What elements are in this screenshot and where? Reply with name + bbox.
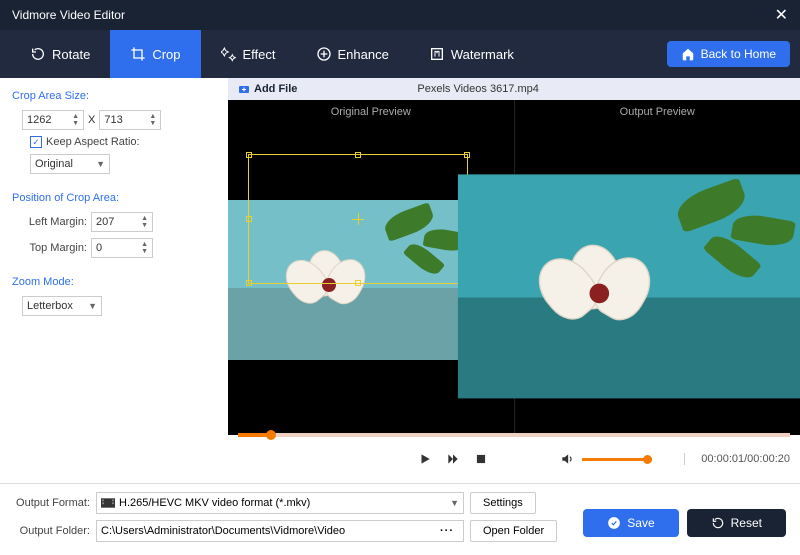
enhance-icon	[316, 46, 332, 62]
spinner-icon[interactable]: ▲▼	[141, 215, 148, 229]
output-format-value: H.265/HEVC MKV video format (*.mkv)	[119, 497, 310, 509]
crop-area-size-label: Crop Area Size:	[12, 90, 216, 102]
chevron-down-icon: ▼	[88, 301, 97, 311]
tab-label: Watermark	[451, 47, 514, 62]
main-area: Crop Area Size: 1262 ▲▼ X 713 ▲▼ ✓ Keep …	[0, 78, 800, 483]
tab-label: Rotate	[52, 47, 90, 62]
spinner-icon[interactable]: ▲▼	[72, 113, 79, 127]
reset-icon	[711, 516, 725, 530]
reset-button[interactable]: Reset	[687, 509, 786, 537]
home-icon	[681, 47, 695, 61]
output-preview	[515, 124, 800, 435]
crop-icon	[130, 46, 146, 62]
output-format-select[interactable]: H.265/HEVC MKV video format (*.mkv) ▼	[96, 492, 464, 514]
zoom-mode-label: Zoom Mode:	[12, 276, 216, 288]
tab-crop[interactable]: Crop	[110, 30, 200, 78]
check-circle-icon	[607, 516, 621, 530]
keep-ratio-label: Keep Aspect Ratio:	[46, 136, 140, 148]
tab-watermark[interactable]: Watermark	[409, 30, 534, 78]
tab-label: Crop	[152, 47, 180, 62]
top-margin-input[interactable]: 0 ▲▼	[91, 238, 153, 258]
current-filename: Pexels Videos 3617.mp4	[417, 83, 539, 95]
output-preview-col: Output Preview	[515, 100, 800, 435]
preview-area: Add File Pexels Videos 3617.mp4 Original…	[228, 78, 800, 483]
output-folder-label: Output Folder:	[12, 525, 90, 537]
output-format-label: Output Format:	[12, 497, 90, 509]
left-margin-input[interactable]: 207 ▲▼	[91, 212, 153, 232]
watermark-icon	[429, 46, 445, 62]
playback-time: 00:00:01/00:00:20	[684, 453, 790, 465]
tab-label: Enhance	[338, 47, 389, 62]
format-icon	[101, 498, 115, 508]
add-file-label: Add File	[254, 83, 297, 95]
crop-width-value: 1262	[27, 114, 51, 126]
chevron-down-icon: ▼	[450, 498, 459, 508]
crop-selection-box[interactable]	[248, 154, 468, 284]
crop-height-input[interactable]: 713 ▲▼	[99, 110, 161, 130]
output-folder-value: C:\Users\Administrator\Documents\Vidmore…	[101, 525, 345, 537]
effect-icon	[221, 46, 237, 62]
zoom-mode-select[interactable]: Letterbox ▼	[22, 296, 102, 316]
volume-slider[interactable]	[582, 458, 652, 461]
reset-label: Reset	[731, 516, 762, 530]
stop-icon[interactable]	[474, 452, 488, 466]
titlebar: Vidmore Video Editor ✕	[0, 0, 800, 30]
bottom-bar: Output Format: H.265/HEVC MKV video form…	[0, 483, 800, 555]
toolbar: Rotate Crop Effect Enhance Watermark Bac…	[0, 30, 800, 78]
save-label: Save	[627, 516, 654, 530]
tab-enhance[interactable]: Enhance	[296, 30, 409, 78]
tab-label: Effect	[243, 47, 276, 62]
aspect-ratio-select[interactable]: Original ▼	[30, 154, 110, 174]
top-margin-value: 0	[96, 242, 102, 254]
top-margin-label: Top Margin:	[22, 242, 87, 254]
preview-panes: Original Preview	[228, 100, 800, 435]
left-margin-label: Left Margin:	[22, 216, 87, 228]
spinner-icon[interactable]: ▲▼	[149, 113, 156, 127]
sidebar: Crop Area Size: 1262 ▲▼ X 713 ▲▼ ✓ Keep …	[0, 78, 228, 483]
position-label: Position of Crop Area:	[12, 192, 216, 204]
by-label: X	[88, 114, 95, 126]
open-folder-button[interactable]: Open Folder	[470, 520, 557, 542]
zoom-mode-value: Letterbox	[27, 300, 73, 312]
tab-effect[interactable]: Effect	[201, 30, 296, 78]
close-icon[interactable]: ✕	[775, 5, 788, 25]
seek-bar[interactable]	[238, 433, 790, 437]
playback-controls: 00:00:01/00:00:20	[228, 435, 800, 483]
save-button[interactable]: Save	[583, 509, 678, 537]
output-folder-input[interactable]: C:\Users\Administrator\Documents\Vidmore…	[96, 520, 464, 542]
volume-icon[interactable]	[560, 452, 574, 466]
back-home-button[interactable]: Back to Home	[667, 41, 790, 67]
fast-forward-icon[interactable]	[446, 452, 460, 466]
checkbox-icon: ✓	[30, 136, 42, 148]
rotate-icon	[30, 46, 46, 62]
left-margin-value: 207	[96, 216, 114, 228]
back-home-label: Back to Home	[701, 47, 776, 61]
aspect-ratio-value: Original	[35, 158, 73, 170]
add-file-icon	[238, 83, 250, 95]
crop-width-input[interactable]: 1262 ▲▼	[22, 110, 84, 130]
original-preview-header: Original Preview	[228, 100, 514, 124]
play-icon[interactable]	[418, 452, 432, 466]
add-file-button[interactable]: Add File	[238, 83, 297, 95]
app-title: Vidmore Video Editor	[12, 8, 125, 22]
keep-aspect-ratio-checkbox[interactable]: ✓ Keep Aspect Ratio:	[12, 136, 216, 148]
chevron-down-icon: ▼	[96, 159, 105, 169]
output-preview-header: Output Preview	[515, 100, 800, 124]
browse-icon[interactable]: ···	[435, 525, 459, 537]
crop-center-icon	[352, 213, 364, 225]
crop-height-value: 713	[104, 114, 122, 126]
tab-rotate[interactable]: Rotate	[10, 30, 110, 78]
addfile-bar: Add File Pexels Videos 3617.mp4	[228, 78, 800, 100]
spinner-icon[interactable]: ▲▼	[141, 241, 148, 255]
settings-button[interactable]: Settings	[470, 492, 536, 514]
